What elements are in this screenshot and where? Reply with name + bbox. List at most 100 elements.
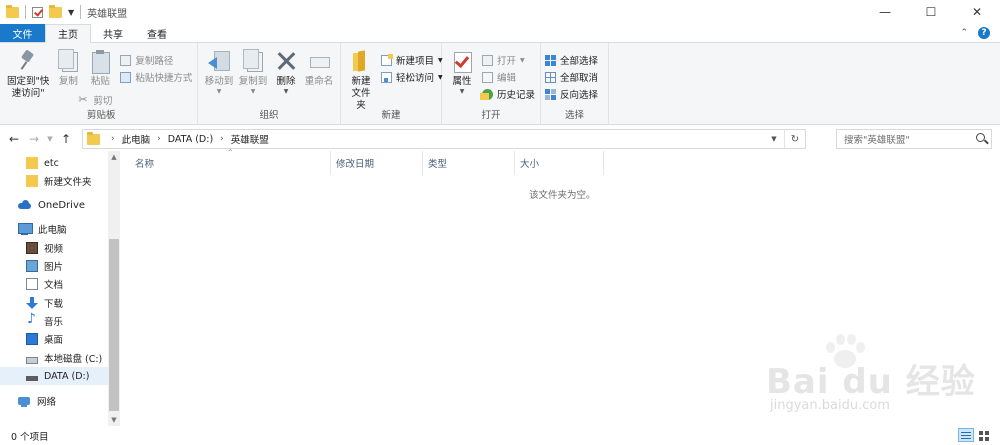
invert-selection-button[interactable]: 反向选择 bbox=[545, 87, 598, 101]
open-button[interactable]: 打开 ▼ bbox=[482, 53, 535, 67]
search-box[interactable]: 搜索"英雄联盟" bbox=[836, 129, 992, 149]
tab-home[interactable]: 主页 bbox=[45, 24, 91, 43]
nav-item-documents[interactable]: 文档 bbox=[0, 275, 108, 293]
nav-item-music[interactable]: 音乐 bbox=[0, 311, 108, 330]
copy-path-button[interactable]: 复制路径 bbox=[120, 53, 192, 67]
nav-item-local-disk-c[interactable]: 本地磁盘 (C:) bbox=[0, 349, 108, 367]
pin-icon bbox=[17, 49, 39, 73]
copy-icon bbox=[57, 49, 79, 73]
scroll-up-arrow-icon[interactable]: ▲ bbox=[108, 151, 120, 163]
large-icons-view-icon[interactable] bbox=[976, 428, 992, 442]
nav-item-label: 新建文件夹 bbox=[44, 177, 92, 188]
history-icon bbox=[480, 88, 493, 100]
select-none-label: 全部取消 bbox=[560, 73, 599, 84]
maximize-button[interactable]: ☐ bbox=[908, 0, 954, 24]
desktop-icon bbox=[26, 333, 38, 345]
nav-item-network[interactable]: 网络 bbox=[0, 392, 108, 410]
chevron-up-icon[interactable]: ⌃ bbox=[960, 28, 968, 38]
breadcrumb-data-drive[interactable]: DATA (D:) bbox=[168, 134, 213, 145]
select-all-button[interactable]: 全部选择 bbox=[545, 53, 598, 67]
nav-scrollbar[interactable]: ▲ ▼ bbox=[108, 151, 120, 426]
documents-icon bbox=[26, 278, 38, 290]
up-arrow-icon[interactable]: ↑ bbox=[56, 132, 76, 146]
delete-label: 删除 bbox=[276, 76, 296, 87]
edit-label: 编辑 bbox=[497, 73, 517, 84]
ribbon-controls: ⌃ ? bbox=[960, 24, 1000, 42]
new-item-button[interactable]: 新建项目 ▼ bbox=[381, 53, 443, 67]
nav-item-label: 音乐 bbox=[44, 317, 64, 328]
delete-x-icon bbox=[275, 49, 297, 73]
nav-item-label: DATA (D:) bbox=[44, 370, 90, 382]
clipboard-group-label: 剪贴板 bbox=[87, 110, 116, 121]
easy-access-button[interactable]: 轻松访问 ▼ bbox=[381, 70, 443, 84]
folder-icon bbox=[26, 157, 38, 169]
nav-item-etc[interactable]: etc bbox=[0, 154, 108, 172]
scroll-thumb[interactable] bbox=[109, 239, 119, 411]
breadcrumb-this-pc[interactable]: 此电脑 bbox=[122, 132, 151, 146]
move-to-icon bbox=[208, 49, 230, 73]
easy-access-label: 轻松访问 bbox=[396, 73, 435, 84]
details-view-icon[interactable] bbox=[958, 428, 974, 442]
column-header-size[interactable]: 大小 bbox=[514, 151, 604, 175]
edit-button[interactable]: 编辑 bbox=[482, 70, 535, 84]
forward-arrow-icon[interactable]: → bbox=[24, 132, 44, 146]
refresh-icon[interactable]: ↻ bbox=[785, 134, 805, 145]
chevron-down-icon: ▼ bbox=[283, 88, 289, 95]
close-button[interactable]: ✕ bbox=[954, 0, 1000, 24]
copy-path-label: 复制路径 bbox=[135, 56, 174, 67]
pin-label: 固定到"快 速访问" bbox=[7, 76, 50, 99]
column-header-type[interactable]: 类型 bbox=[422, 151, 514, 175]
cut-button[interactable]: 剪切 bbox=[78, 93, 192, 108]
select-group-label: 选择 bbox=[564, 110, 584, 121]
nav-item-new-folder[interactable]: 新建文件夹 bbox=[0, 172, 108, 190]
open-group-label: 打开 bbox=[481, 110, 501, 121]
search-icon[interactable] bbox=[976, 133, 985, 142]
nav-item-onedrive[interactable]: OneDrive bbox=[0, 196, 108, 214]
nav-item-label: etc bbox=[44, 157, 59, 169]
tab-view[interactable]: 查看 bbox=[135, 24, 179, 42]
nav-item-label: 此电脑 bbox=[38, 225, 67, 236]
edit-icon bbox=[482, 71, 493, 83]
new-folder-icon[interactable] bbox=[49, 4, 62, 18]
tab-share[interactable]: 共享 bbox=[91, 24, 135, 42]
nav-item-downloads[interactable]: 下载 bbox=[0, 294, 108, 312]
breadcrumb-separator-icon[interactable]: › bbox=[157, 134, 161, 144]
copy-to-label: 复制到 bbox=[238, 76, 268, 87]
nav-item-videos[interactable]: 视频 bbox=[0, 239, 108, 257]
nav-item-label: 视频 bbox=[44, 244, 64, 255]
select-all-label: 全部选择 bbox=[560, 56, 599, 67]
recent-chevron-down-icon[interactable]: ▼ bbox=[44, 135, 56, 143]
organize-group-label: 组织 bbox=[259, 110, 279, 121]
breadcrumb-current-folder[interactable]: 英雄联盟 bbox=[231, 132, 269, 146]
nav-item-this-pc[interactable]: 此电脑 bbox=[0, 220, 108, 238]
nav-item-label: 图片 bbox=[44, 262, 64, 273]
select-group: 全部选择 全部取消 反向选择 选择 bbox=[541, 43, 609, 125]
chevron-down-icon: ▼ bbox=[520, 56, 525, 64]
breadcrumb-separator-icon[interactable]: › bbox=[111, 134, 115, 144]
minimize-button[interactable]: — bbox=[862, 0, 908, 24]
quick-access-toolbar: ▼ bbox=[0, 0, 82, 24]
music-note-icon bbox=[26, 311, 38, 327]
navigation-pane: etc 新建文件夹 OneDrive 此电脑 视频 图片 文档 下载 音乐 桌面… bbox=[0, 151, 120, 426]
new-item-label: 新建项目 bbox=[396, 56, 435, 67]
tab-file[interactable]: 文件 bbox=[0, 24, 45, 42]
scroll-down-arrow-icon[interactable]: ▼ bbox=[108, 414, 120, 426]
paste-label: 粘贴 bbox=[90, 76, 110, 87]
address-dropdown-chevron-icon[interactable]: ▼ bbox=[764, 135, 784, 143]
history-button[interactable]: 历史记录 bbox=[480, 87, 536, 101]
nav-item-desktop[interactable]: 桌面 bbox=[0, 330, 108, 348]
copy-label: 复制 bbox=[58, 76, 78, 87]
nav-item-pictures[interactable]: 图片 bbox=[0, 257, 108, 275]
paste-shortcut-button[interactable]: 粘贴快捷方式 bbox=[120, 70, 192, 84]
column-header-name[interactable]: 名称 bbox=[121, 151, 330, 175]
breadcrumb-separator-icon[interactable]: › bbox=[220, 134, 224, 144]
address-bar[interactable]: › 此电脑 › DATA (D:) › 英雄联盟 ▼ ↻ bbox=[82, 129, 806, 149]
customize-toolbar-chevron-icon[interactable]: ▼ bbox=[68, 8, 74, 17]
history-label: 历史记录 bbox=[497, 90, 536, 101]
column-header-modified[interactable]: 修改日期 bbox=[330, 151, 422, 175]
properties-check-icon[interactable] bbox=[32, 6, 43, 18]
select-none-button[interactable]: 全部取消 bbox=[545, 70, 598, 84]
help-icon[interactable]: ? bbox=[978, 27, 990, 39]
back-arrow-icon[interactable]: ← bbox=[4, 132, 24, 146]
nav-item-data-d[interactable]: DATA (D:) bbox=[0, 367, 108, 385]
